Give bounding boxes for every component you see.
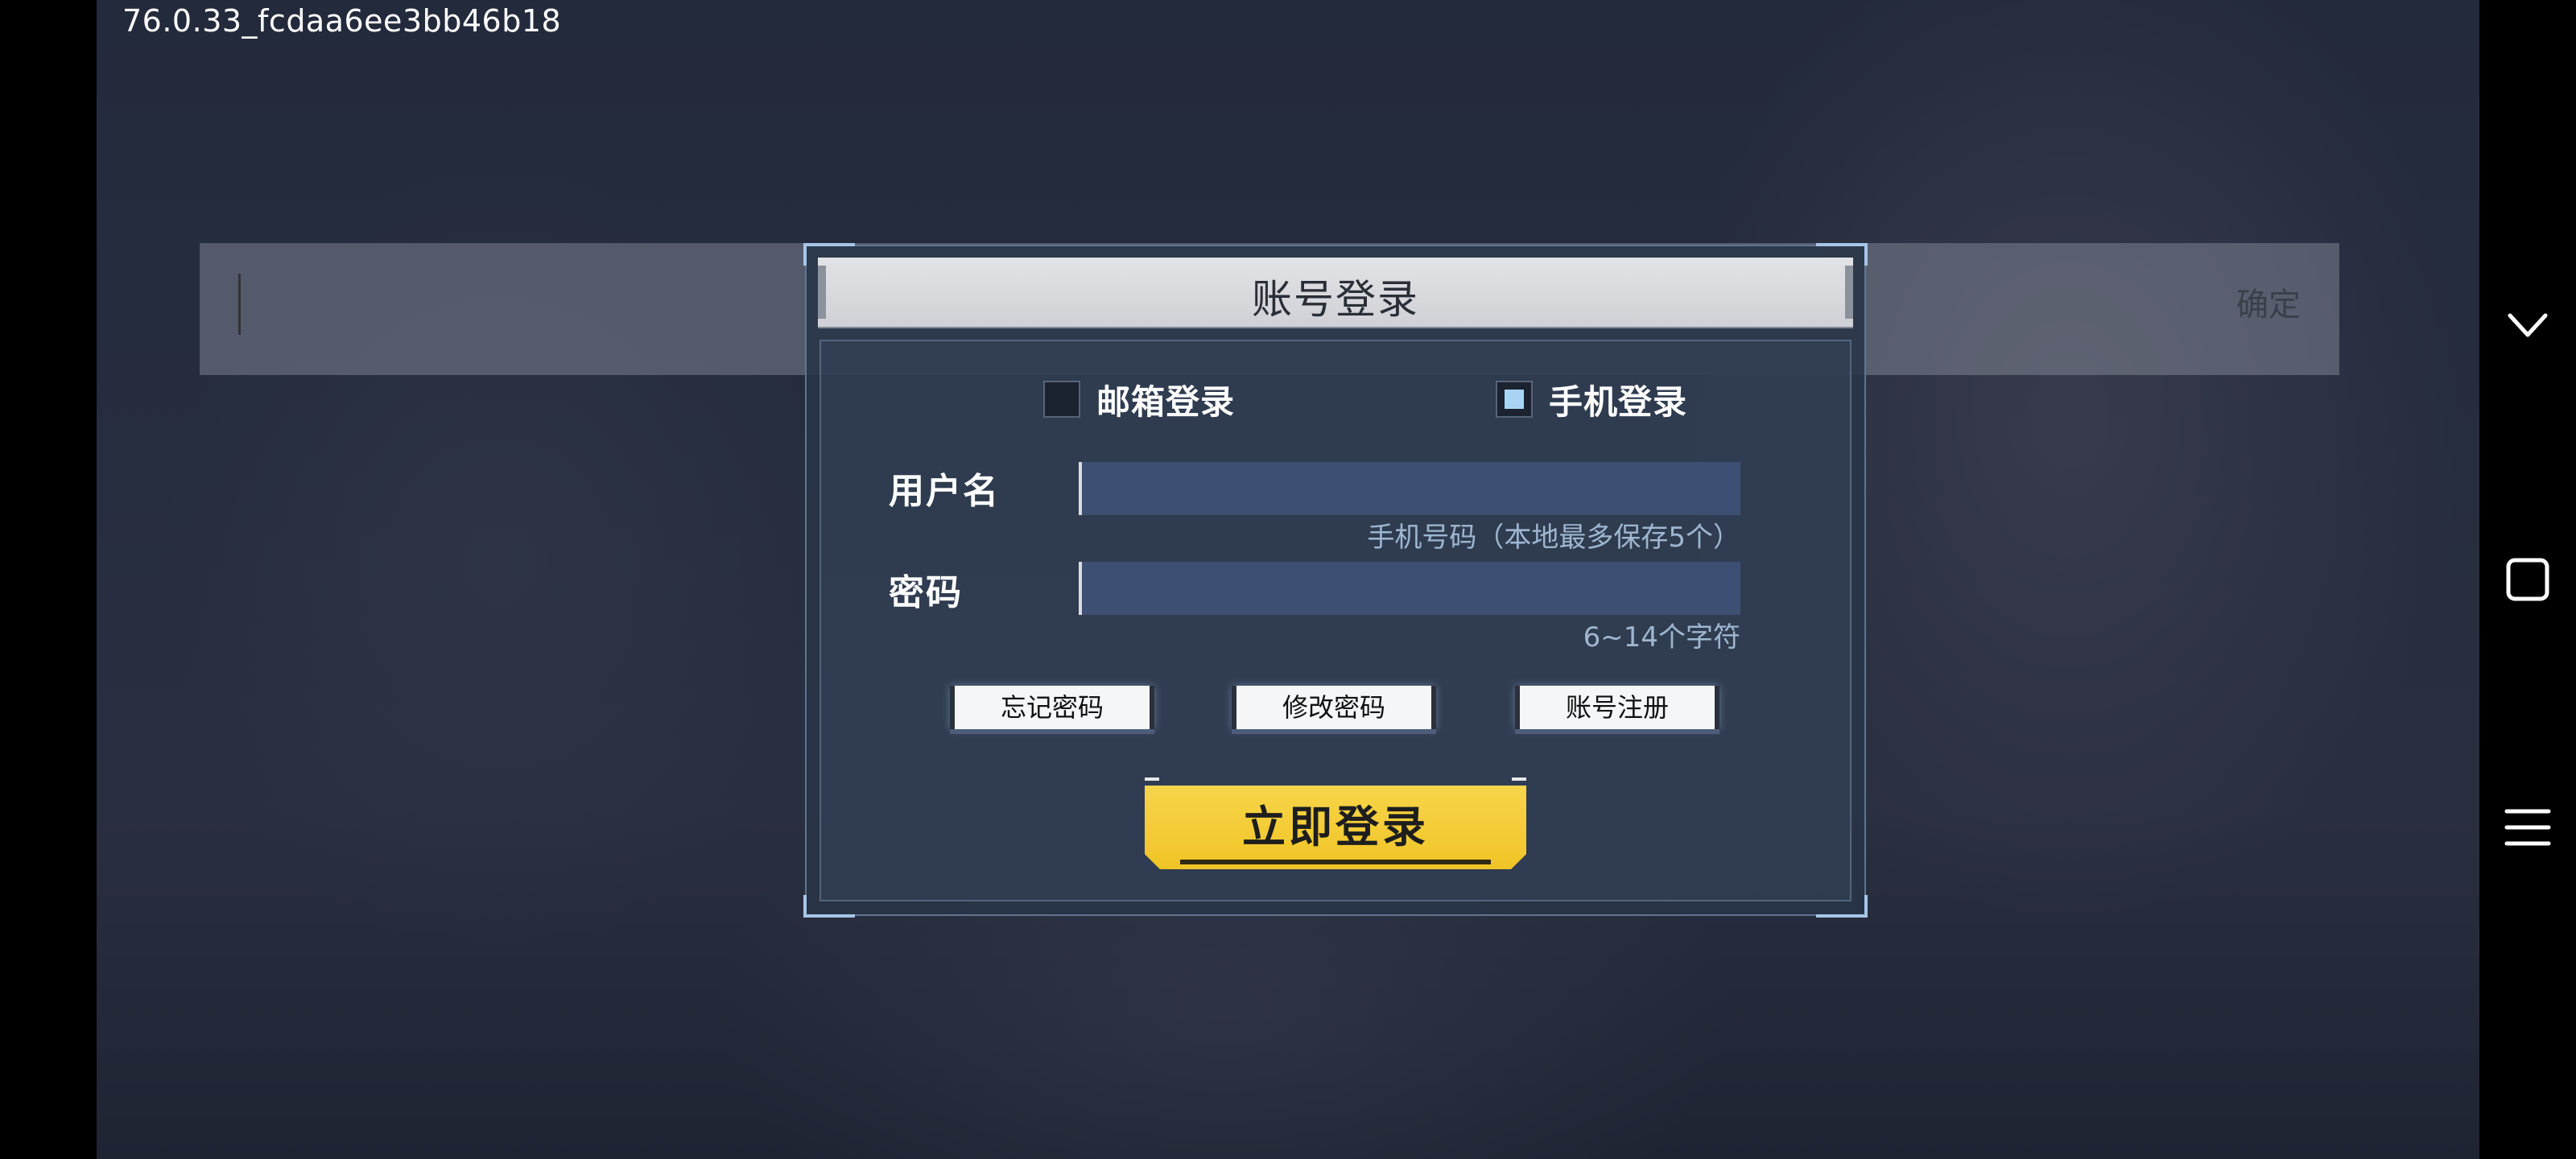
email-login-label: 邮箱登录	[1096, 382, 1236, 422]
change-password-button[interactable]: 修改密码	[1232, 686, 1436, 729]
phone-login-checkbox[interactable]	[1496, 381, 1533, 418]
button-notch	[1145, 777, 1159, 781]
display-cutout	[0, 0, 97, 1159]
phone-login-option[interactable]: 手机登录	[1496, 377, 1687, 422]
password-input[interactable]	[1079, 562, 1740, 615]
email-login-option[interactable]: 邮箱登录	[1043, 377, 1235, 422]
login-button[interactable]: 立即登录	[1145, 786, 1526, 869]
password-hint: 6~14个字符	[1583, 621, 1740, 654]
email-login-checkbox[interactable]	[1043, 381, 1080, 418]
square-icon[interactable]	[2502, 554, 2553, 605]
version-label: 76.0.33_fcdaa6ee3bb46b18	[122, 3, 562, 39]
dialog-title: 账号登录	[1252, 276, 1419, 323]
button-notch	[1512, 777, 1526, 781]
menu-icon[interactable]	[2502, 802, 2553, 853]
register-account-button[interactable]: 账号注册	[1515, 686, 1719, 729]
confirm-button[interactable]: 确定	[2236, 278, 2301, 325]
username-label: 用户名	[889, 471, 1000, 512]
username-input[interactable]	[1079, 462, 1740, 515]
game-screen: 76.0.33_fcdaa6ee3bb46b18 确定 账号登录 邮箱登录 手机…	[0, 0, 2576, 1159]
phone-login-label: 手机登录	[1549, 382, 1688, 422]
username-hint: 手机号码（本地最多保存5个）	[1367, 522, 1740, 554]
chevron-down-icon[interactable]	[2502, 299, 2553, 351]
password-label: 密码	[889, 572, 963, 613]
dialog-title-bar: 账号登录	[818, 258, 1853, 327]
text-caret	[238, 274, 241, 335]
login-button-underline	[1180, 860, 1491, 864]
forgot-password-button[interactable]: 忘记密码	[950, 686, 1154, 729]
